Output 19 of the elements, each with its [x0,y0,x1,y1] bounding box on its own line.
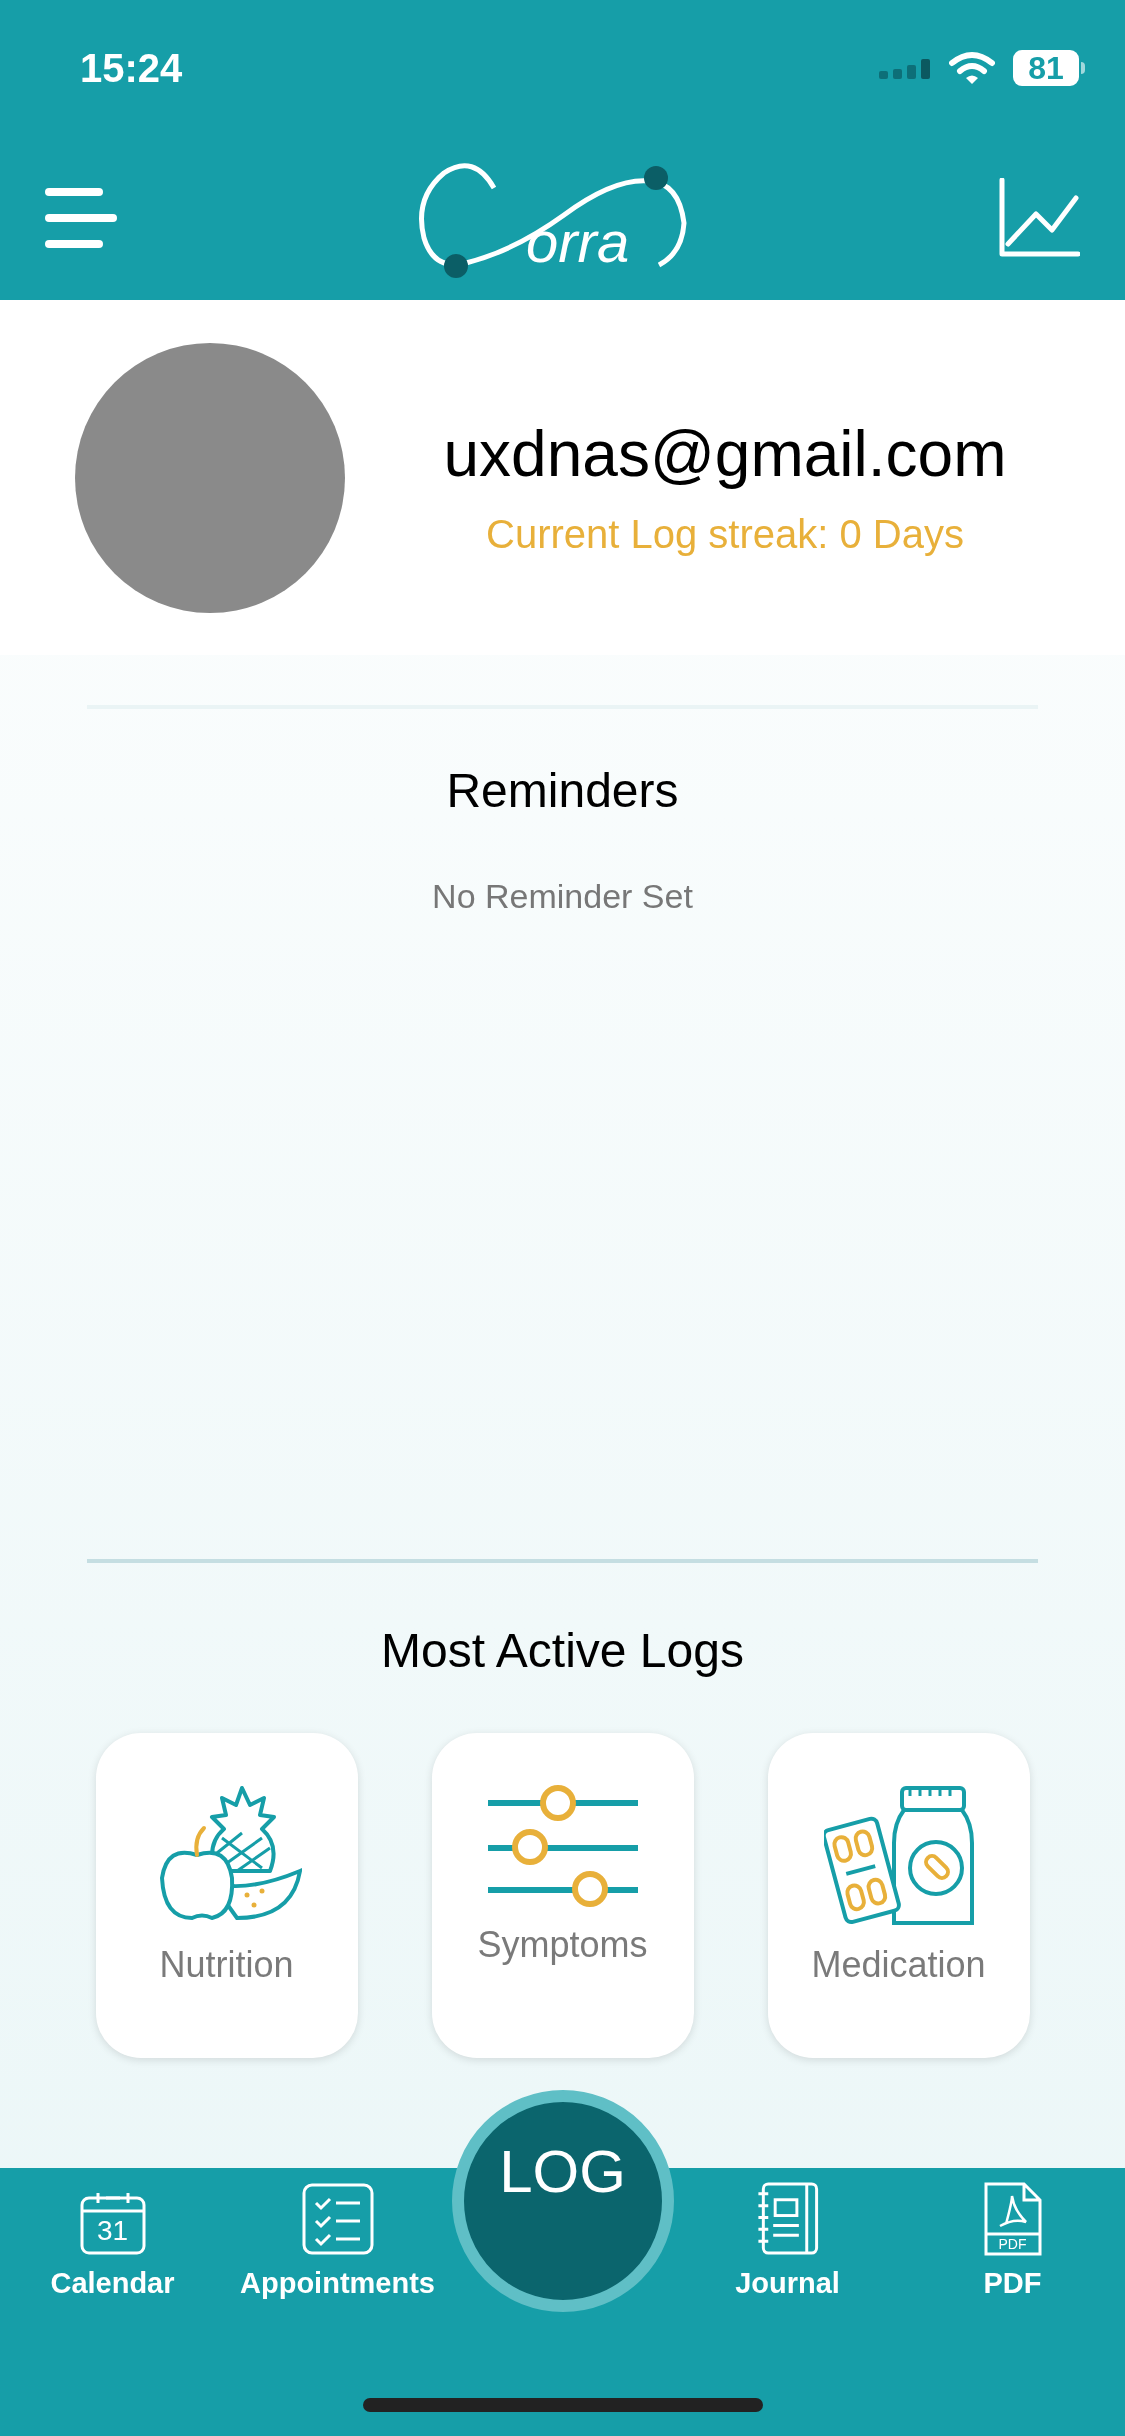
tab-item[interactable]: 31 Calendar [0,2168,225,2298]
log-card[interactable]: Symptoms [431,1733,694,2058]
status-time: 15:24 [80,44,183,92]
wifi-icon [949,50,995,85]
notebook-icon [756,2182,819,2255]
section-title: Reminders [446,767,679,815]
chart-icon[interactable] [998,177,1080,258]
log-card[interactable]: Medication [767,1733,1030,2058]
tab-item[interactable]: Journal [675,2168,900,2298]
tab-item[interactable]: PDF PDF [900,2168,1125,2298]
tab-item[interactable]: Appointments [225,2168,450,2298]
log-streak: Current Log streak: 0 Days [486,513,964,554]
log-card[interactable]: Nutrition [95,1733,358,2058]
app-logo: orra [414,152,704,283]
section-title: Most Active Logs [381,1627,744,1675]
checklist-icon [301,2183,374,2255]
signal-icon [879,56,931,79]
empty-message: No Reminder Set [432,879,693,913]
log-button[interactable]: LOG [451,2090,674,2312]
